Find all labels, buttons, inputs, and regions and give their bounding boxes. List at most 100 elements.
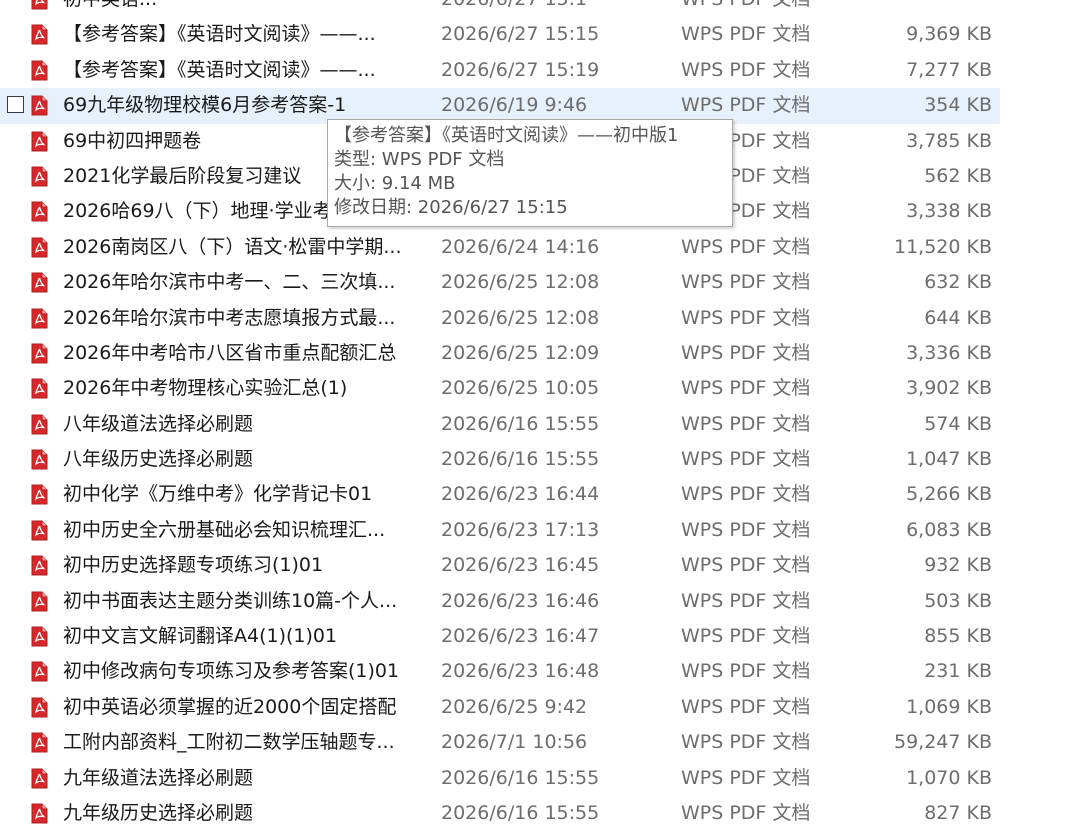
file-date: 2026/6/16 15:55 [441,766,600,789]
file-name: 2026年中考哈市八区省市重点配额汇总 [63,341,397,364]
file-row[interactable]: 工附内部资料_工附初二数学压轴题专... 2026/7/1 10:56 WPS PD… [0,725,1000,760]
file-size: 7,277 KB [906,58,992,81]
file-date: 2026/6/27 15:15 [441,23,600,46]
file-row[interactable]: 九年级道法选择必刷题 2026/6/16 15:55 WPS PDF 文档 1,070… [0,761,1000,796]
pdf-file-icon [31,378,48,399]
file-date: 2026/6/25 12:08 [441,271,600,294]
file-name: 【参考答案】《英语时文阅读》——... [63,58,376,81]
file-date: 2026/6/16 15:55 [441,412,600,435]
file-type: WPS PDF 文档 [681,518,811,541]
file-type: WPS PDF 文档 [681,695,811,718]
pdf-file-icon [31,449,48,470]
file-date: 2026/6/23 17:13 [441,518,600,541]
file-size: 3,336 KB [906,341,992,364]
file-size: 59,247 KB [893,731,992,754]
file-size: 827 KB [924,801,992,824]
file-row[interactable]: 九年级历史选择必刷题 2026/6/16 15:55 WPS PDF 文档 827 K… [0,796,1000,831]
file-name: 初中修改病句专项练习及参考答案(1)01 [63,660,400,683]
file-row[interactable]: 初中历史选择题专项练习(1)01 2026/6/23 16:45 WPS PDF 文… [0,548,1000,583]
file-row[interactable]: 2026年哈尔滨市中考志愿填报方式最... 2026/6/25 12:08 WPS … [0,301,1000,336]
file-name: 八年级历史选择必刷题 [63,448,254,471]
tooltip-type: 类型: WPS PDF 文档 [334,149,505,170]
file-type: WPS PDF 文档 [681,235,811,258]
file-row[interactable]: 2026年哈尔滨市中考一、二、三次填... 2026/6/25 12:08 WPS … [0,265,1000,300]
file-name: 初中化学《万维中考》化学背记卡01 [63,483,373,506]
file-size: 932 KB [924,554,992,577]
file-size: 632 KB [924,271,992,294]
file-row[interactable]: 【参考答案】《英语时文阅读》——... 2026/6/27 15:15 WPS PD… [0,17,1000,52]
file-name: 初中英语... [63,0,413,17]
file-name: 初中书面表达主题分类训练10篇-个人... [63,589,398,612]
file-name: 2026年哈尔滨市中考一、二、三次填... [63,271,396,294]
file-date: 2026/7/1 10:56 [441,731,588,754]
file-name: 2026年哈尔滨市中考志愿填报方式最... [63,306,396,329]
file-type: WPS PDF 文档 [681,0,810,17]
pdf-file-icon [31,308,48,329]
file-date: 2026/6/25 12:09 [441,341,600,364]
file-row[interactable]: 八年级道法选择必刷题 2026/6/16 15:55 WPS PDF 文档 574 K… [0,407,1000,442]
file-row[interactable]: 八年级历史选择必刷题 2026/6/16 15:55 WPS PDF 文档 1,047… [0,442,1000,477]
file-size: 562 KB [924,164,992,187]
file-size: 574 KB [924,412,992,435]
pdf-file-icon [31,166,48,187]
file-size: 503 KB [924,589,992,612]
file-name: 【参考答案】《英语时文阅读》——... [63,23,376,46]
pdf-file-icon [31,201,48,222]
file-row[interactable]: 初中英语必须掌握的近2000个固定搭配 2026/6/25 9:42 WPS PDF… [0,690,1000,725]
tooltip-size: 大小: 9.14 MB [334,173,456,194]
file-name: 九年级历史选择必刷题 [63,801,254,824]
file-name: 初中英语必须掌握的近2000个固定搭配 [63,695,397,718]
file-size: 6,083 KB [906,518,992,541]
file-row[interactable]: 初中历史全六册基础必会知识梳理汇... 2026/6/23 17:13 WPS PD… [0,513,1000,548]
pdf-file-icon [31,591,48,612]
file-tooltip: 【参考答案】《英语时文阅读》——初中版1 类型: WPS PDF 文档 大小: … [327,119,733,227]
file-size: 855 KB [924,625,992,648]
pdf-file-icon [31,24,48,45]
file-date: 2026/6/27 15:1 [441,0,587,17]
file-type: WPS PDF 文档 [681,625,811,648]
file-date: 2026/6/25 12:08 [441,306,600,329]
file-row[interactable]: 2026年中考物理核心实验汇总(1) 2026/6/25 10:05 WPS PDF… [0,371,1000,406]
file-date: 2026/6/25 9:42 [441,695,588,718]
tooltip-modified: 修改日期: 2026/6/27 15:15 [334,197,568,218]
file-row[interactable]: 2026年中考哈市八区省市重点配额汇总 2026/6/25 12:09 WPS PD… [0,336,1000,371]
file-row[interactable]: 2026南岗区八（下）语文·松雷中学期... 2026/6/24 14:16 WPS… [0,230,1000,265]
file-row[interactable]: 初中化学《万维中考》化学背记卡01 2026/6/23 16:44 WPS PDF … [0,477,1000,512]
pdf-file-icon [31,626,48,647]
file-size: 1,047 KB [906,448,992,471]
file-size: 9,369 KB [906,23,992,46]
file-type: WPS PDF 文档 [681,412,811,435]
file-row[interactable]: 初中文言文解词翻译A4(1)(1)01 2026/6/23 16:47 WPS PD… [0,619,1000,654]
file-row[interactable]: 初中修改病句专项练习及参考答案(1)01 2026/6/23 16:48 WPS P… [0,654,1000,689]
file-row[interactable]: 初中书面表达主题分类训练10篇-个人... 2026/6/23 16:46 WPS … [0,584,1000,619]
pdf-file-icon [31,555,48,576]
file-type: WPS PDF 文档 [681,377,811,400]
file-type: WPS PDF 文档 [681,23,811,46]
file-date: 2026/6/23 16:46 [441,589,600,612]
file-type: WPS PDF 文档 [681,341,811,364]
file-date: 2026/6/23 16:44 [441,483,600,506]
file-row[interactable]: 初中英语... 2026/6/27 15:1 WPS PDF 文档 [0,0,1000,17]
file-date: 2026/6/24 14:16 [441,235,600,258]
file-date: 2026/6/16 15:55 [441,448,600,471]
file-size: 5,266 KB [906,483,992,506]
pdf-file-icon [31,414,48,435]
file-name: 2026年中考物理核心实验汇总(1) [63,377,348,400]
file-row[interactable]: 【参考答案】《英语时文阅读》——... 2026/6/27 15:19 WPS PD… [0,53,1000,88]
row-checkbox[interactable] [7,96,24,114]
file-name: 初中历史全六册基础必会知识梳理汇... [63,518,386,541]
file-size: 354 KB [924,94,992,117]
file-type: WPS PDF 文档 [681,801,811,824]
file-size: 1,069 KB [906,695,992,718]
file-type: WPS PDF 文档 [681,58,811,81]
pdf-file-icon [31,60,48,81]
pdf-file-icon [31,803,48,824]
file-size: 3,902 KB [906,377,992,400]
file-type: WPS PDF 文档 [681,660,811,683]
file-name: 八年级道法选择必刷题 [63,412,254,435]
file-size: 644 KB [924,306,992,329]
pdf-file-icon [31,732,48,753]
file-type: WPS PDF 文档 [681,448,811,471]
file-date: 2026/6/27 15:19 [441,58,600,81]
pdf-file-icon [31,661,48,682]
